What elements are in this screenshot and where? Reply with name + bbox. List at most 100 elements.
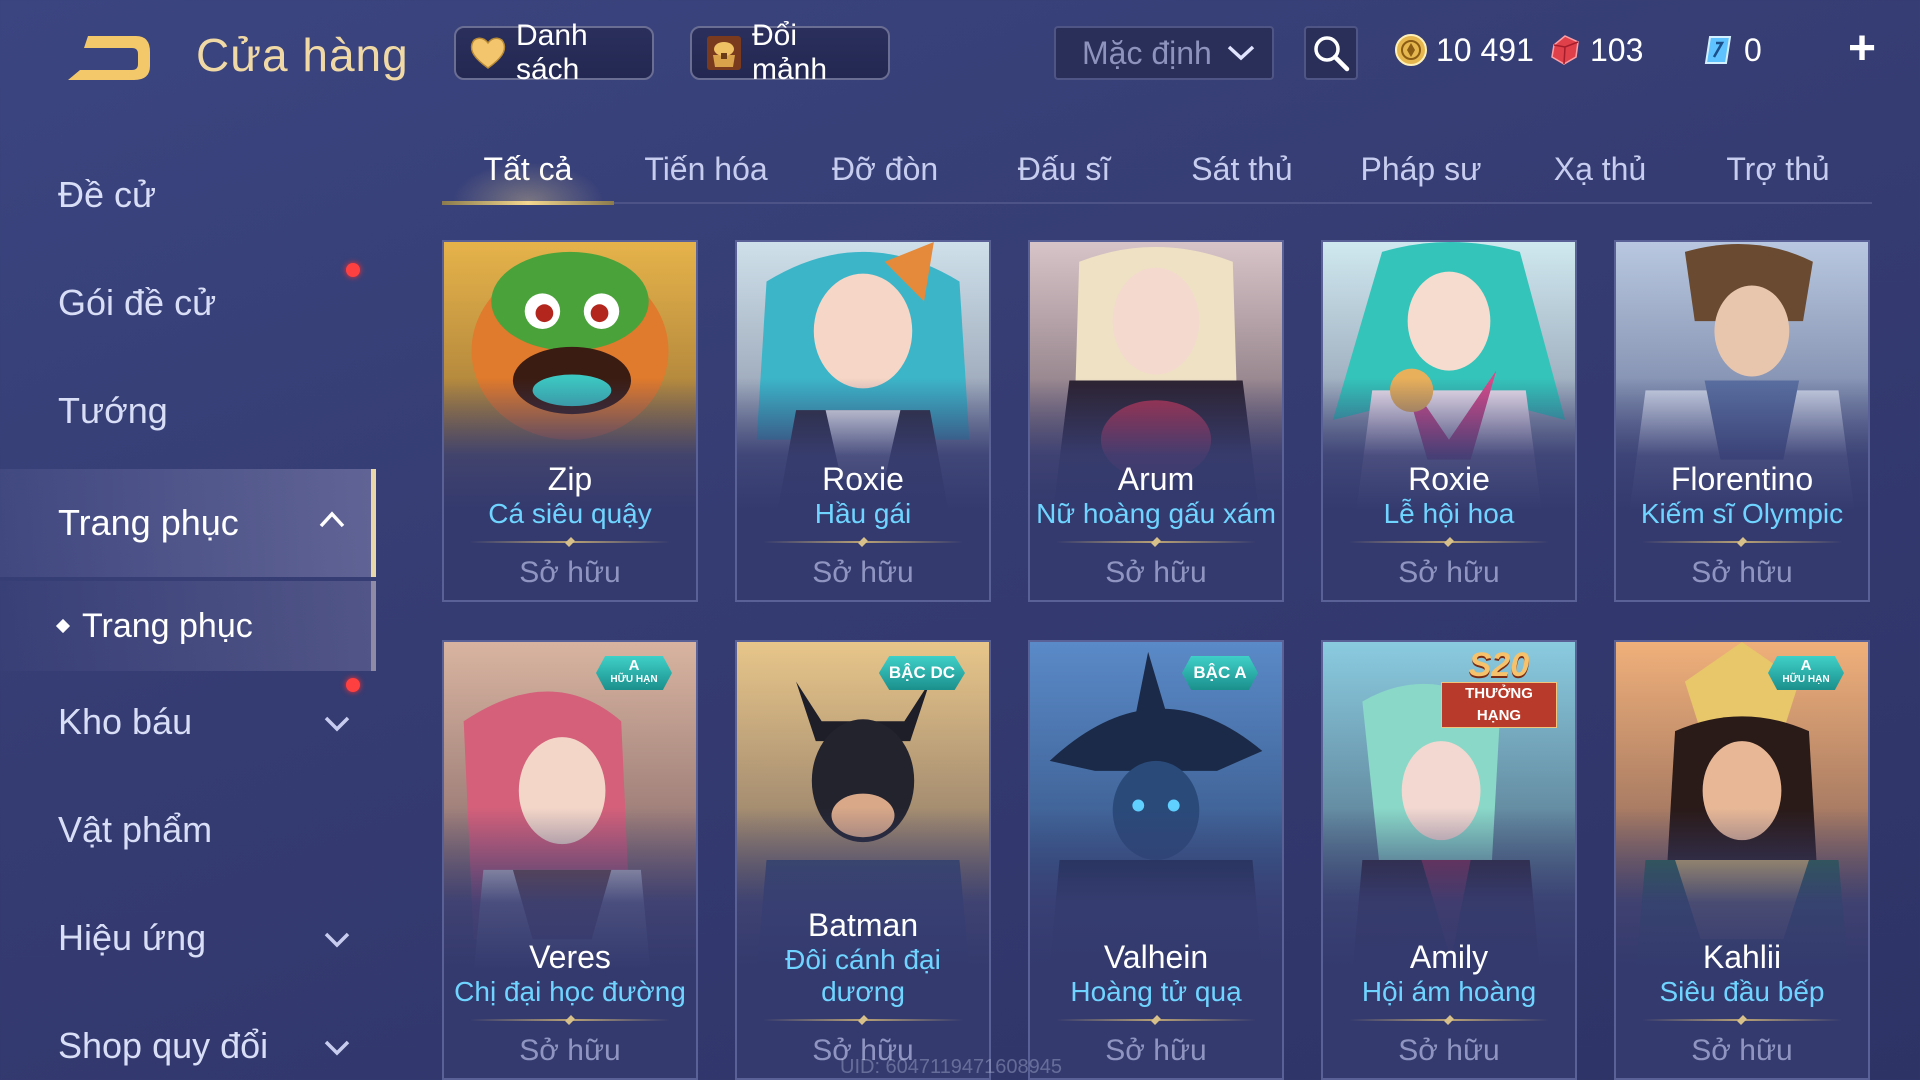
voucher-currency: 103 [1548, 28, 1643, 72]
sort-dropdown[interactable]: Mặc định [1054, 26, 1274, 80]
sidebar-item-label: Đề cử [58, 174, 157, 215]
plus-icon: + [1847, 22, 1877, 75]
card-info: Roxie Hầu gái Sở hữu [737, 461, 989, 600]
card-info: Zip Cá siêu quậy Sở hữu [444, 461, 696, 600]
quan-huy-currency: 0 [1702, 28, 1762, 72]
sidebar-item-label: Hiệu ứng [58, 917, 207, 958]
rank-reward-label: THƯỞNG HẠNG [1441, 682, 1557, 728]
hero-name: Florentino [1670, 461, 1814, 497]
sidebar-item-treasure[interactable]: Kho báu [0, 672, 376, 772]
skin-card[interactable]: BẬC DC Batman Đôi cánh đại dương Sở hữu [735, 640, 991, 1080]
quan-huy-icon [1704, 36, 1732, 64]
card-divider [470, 536, 670, 548]
back-button[interactable] [58, 28, 154, 88]
chest-icon [707, 36, 741, 70]
hero-name: Zip [547, 461, 593, 497]
exchange-label: Đổi mảnh [752, 19, 828, 86]
tab-fighter[interactable]: Đấu sĩ [978, 136, 1150, 202]
skin-card[interactable]: Zip Cá siêu quậy Sở hữu [442, 240, 698, 602]
sidebar-item-label: Tướng [58, 390, 168, 431]
quan-huy-amount: 0 [1744, 31, 1762, 68]
tab-tank[interactable]: Đỡ đòn [799, 136, 971, 202]
add-currency-button[interactable]: + [1842, 25, 1882, 73]
skin-name: Cá siêu quậy [488, 498, 652, 529]
card-info: Arum Nữ hoàng gấu xám Sở hữu [1030, 461, 1282, 600]
wishlist-label: Danh sách [516, 19, 588, 86]
sidebar-item-label: Shop quy đổi [58, 1025, 269, 1066]
wishlist-button[interactable]: Danh sách [454, 19, 654, 86]
tab-support[interactable]: Trợ thủ [1692, 136, 1864, 202]
tab-marksman[interactable]: Xạ thủ [1514, 136, 1686, 202]
skin-card[interactable]: A HỮU HẠN Kahlii Siêu đầu bếp Sở hữu [1614, 640, 1870, 1080]
owned-status: Sở hữu [519, 1034, 621, 1067]
sidebar-item-effects[interactable]: Hiệu ứng [0, 888, 376, 988]
role-tabs: Tất cả Tiến hóa Đỡ đòn Đấu sĩ Sát thủ Ph… [442, 136, 1872, 205]
page-title: Cửa hàng [196, 29, 409, 81]
card-divider [1056, 1014, 1256, 1026]
sidebar-item-label: Vật phẩm [58, 809, 213, 850]
skin-card[interactable]: BẬC A Valhein Hoàng tử quạ Sở hữu [1028, 640, 1284, 1080]
sidebar-item-heroes[interactable]: Tướng [0, 361, 376, 461]
skin-card[interactable]: Roxie Hầu gái Sở hữu [735, 240, 991, 602]
card-divider [1056, 536, 1256, 548]
chevron-down-icon [324, 932, 350, 948]
tier-badge-top: A [628, 657, 640, 674]
voucher-gem-icon [1551, 35, 1579, 65]
sidebar-item-skins[interactable]: Trang phục [0, 469, 376, 577]
tier-badge: A HỮU HẠN [1768, 656, 1844, 690]
sidebar-item-recommended-packs[interactable]: Gói đề cử [0, 253, 376, 353]
sidebar-item-recommended[interactable]: Đề cử [0, 145, 376, 245]
card-divider [1642, 536, 1842, 548]
hero-name: Roxie [1408, 461, 1490, 497]
hero-name: Kahlii [1702, 939, 1782, 975]
hero-name: Amily [1409, 939, 1489, 975]
tab-evolution[interactable]: Tiến hóa [620, 136, 792, 202]
sidebar-subitem-skins[interactable]: Trang phục [0, 581, 376, 671]
skin-name: Hoàng tử quạ [1070, 976, 1242, 1007]
tab-assassin[interactable]: Sát thủ [1156, 136, 1328, 202]
owned-status: Sở hữu [1105, 556, 1207, 589]
card-info: Veres Chị đại học đường Sở hữu [444, 939, 696, 1078]
sort-value: Mặc định [1082, 34, 1212, 71]
sidebar-item-exchange-shop[interactable]: Shop quy đổi [0, 996, 376, 1080]
gold-amount: 10 491 [1436, 31, 1534, 68]
voucher-amount: 103 [1590, 31, 1644, 68]
back-arrow-icon [68, 36, 150, 80]
card-info: Roxie Lễ hội hoa Sở hữu [1323, 461, 1575, 600]
sidebar-item-items[interactable]: Vật phẩm [0, 780, 376, 880]
sidebar: Đề cử Gói đề cử Tướng Trang phục Trang p… [0, 145, 376, 1080]
card-info: Batman Đôi cánh đại dương Sở hữu [737, 907, 989, 1078]
skin-card[interactable]: S20 THƯỞNG HẠNG Amily Hội ám hoàng Sở hữ… [1321, 640, 1577, 1080]
skin-card[interactable]: Florentino Kiếm sĩ Olympic Sở hữu [1614, 240, 1870, 602]
heart-icon [470, 37, 506, 69]
notification-dot [346, 263, 360, 277]
tab-mage[interactable]: Pháp sư [1335, 136, 1507, 202]
owned-status: Sở hữu [1398, 1034, 1500, 1067]
skin-card[interactable]: A HỮU HẠN Veres Chị đại học đường Sở hữu [442, 640, 698, 1080]
owned-status: Sở hữu [1398, 556, 1500, 589]
skin-card[interactable]: Arum Nữ hoàng gấu xám Sở hữu [1028, 240, 1284, 602]
skin-card[interactable]: Roxie Lễ hội hoa Sở hữu [1321, 240, 1577, 602]
tier-badge: BẬC DC [878, 656, 965, 690]
search-button[interactable] [1304, 26, 1358, 80]
skin-name: Chị đại học đường [454, 976, 686, 1007]
hero-name: Veres [529, 939, 611, 975]
tier-badge: A HỮU HẠN [596, 656, 672, 690]
card-info: Valhein Hoàng tử quạ Sở hữu [1030, 939, 1282, 1078]
exchange-fragments-button[interactable]: Đổi mảnh [690, 19, 890, 86]
hero-name: Batman [807, 907, 919, 943]
chevron-down-icon [324, 716, 350, 732]
tab-all[interactable]: Tất cả [442, 136, 614, 205]
owned-status: Sở hữu [519, 556, 621, 589]
search-icon [1314, 36, 1350, 72]
chevron-down-icon [1227, 45, 1255, 61]
card-divider [470, 1014, 670, 1026]
skin-grid: Zip Cá siêu quậy Sở hữu Roxie Hầu gái Sở… [442, 240, 1872, 1080]
chevron-up-icon [319, 511, 345, 528]
diamond-bullet-icon [55, 618, 71, 634]
rank-reward-badge: S20 THƯỞNG HẠNG [1441, 648, 1557, 728]
skin-name: Kiếm sĩ Olympic [1640, 498, 1844, 529]
tier-badge-bottom: HỮU HẠN [610, 674, 658, 685]
card-divider [1349, 1014, 1549, 1026]
card-info: Florentino Kiếm sĩ Olympic Sở hữu [1616, 461, 1868, 600]
